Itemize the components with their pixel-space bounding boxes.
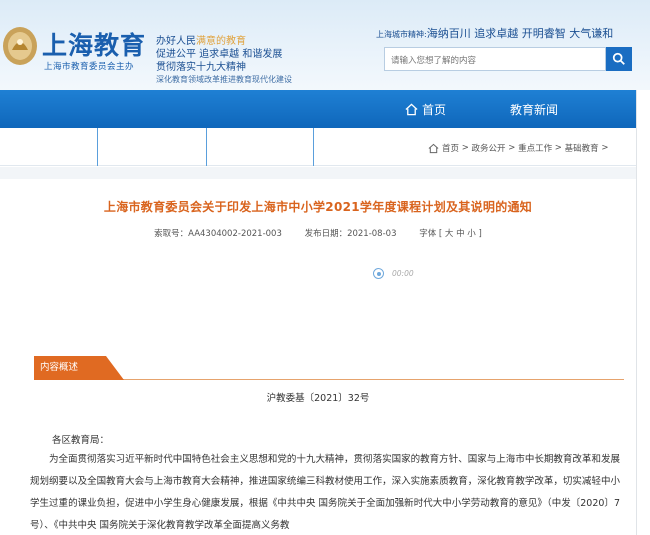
nav-divider — [313, 128, 314, 166]
breadcrumb-separator: > — [459, 143, 472, 153]
search-input[interactable] — [385, 50, 605, 72]
nav-divider — [97, 128, 98, 166]
search-button[interactable] — [606, 47, 632, 71]
nav-education-news[interactable]: 教育新闻 — [510, 90, 558, 128]
audio-time: 00:00 — [392, 269, 414, 278]
body-paragraph: 为全面贯彻落实习近平新时代中国特色社会主义思想和党的十九大精神，贯彻落实国家的教… — [30, 454, 620, 531]
search-field[interactable] — [384, 47, 606, 72]
slogan-block: 办好人民满意的教育 促进公平 追求卓越 和谐发展 贯彻落实十九大精神 深化教育领… — [156, 35, 396, 85]
document-number: 沪教委基〔2021〕32号 — [266, 393, 370, 404]
breadcrumb-item[interactable]: 基础教育 — [565, 142, 599, 154]
article-body: 为全面贯彻落实习近平新时代中国特色社会主义思想和党的十九大精神，贯彻落实国家的教… — [30, 449, 620, 535]
nav-divider — [206, 128, 207, 166]
search-icon — [612, 52, 625, 65]
play-icon[interactable] — [373, 268, 384, 279]
slogan-line: 深化教育领域改革推进教育现代化建设 — [156, 75, 292, 84]
site-logo-subtitle: 上海市教育委员会主办 — [44, 62, 135, 72]
publish-date: 发布日期：2021-08-03 — [304, 229, 397, 239]
breadcrumb-separator: > — [598, 143, 609, 153]
home-icon — [405, 103, 418, 115]
article-title: 上海市教育委员会关于印发上海市中小学2021学年度课程计划及其说明的通知 — [103, 200, 533, 214]
breadcrumb-item[interactable]: 首页 — [442, 142, 459, 154]
slogan-line: 促进公平 追求卓越 和谐发展 — [156, 49, 283, 60]
site-logo-title[interactable]: 上海教育 — [42, 26, 146, 62]
city-spirit: 上海城市精神:海纳百川 追求卓越 开明睿智 大气谦和 — [376, 27, 614, 40]
breadcrumb-item[interactable]: 重点工作 — [518, 142, 552, 154]
home-icon — [428, 143, 439, 153]
emblem-icon — [3, 27, 37, 65]
nav-home-label: 首页 — [422, 102, 447, 117]
site-header: 上海教育 上海市教育委员会主办 办好人民满意的教育 促进公平 追求卓越 和谐发展… — [0, 0, 650, 90]
section-tag: 内容概述 — [34, 356, 124, 380]
breadcrumb-item[interactable]: 政务公开 — [472, 142, 506, 154]
font-size-control[interactable]: 字体 [ 大 中 小 ] — [419, 229, 482, 239]
breadcrumb-separator: > — [505, 143, 519, 153]
audio-player[interactable]: 00:00 — [373, 268, 414, 279]
article-meta: 索取号：AA4304002-2021-003 发布日期：2021-08-03 字… — [0, 227, 636, 239]
slogan-line: 贯彻落实十九大精神 — [156, 62, 246, 73]
content-border — [636, 90, 637, 535]
breadcrumb: 首页 > 政务公开 > 重点工作 > 基础教育 > — [428, 142, 608, 154]
slogan-line: 办好人民满意的教育 — [156, 36, 246, 47]
greeting: 各区教育局： — [52, 435, 110, 446]
breadcrumb-separator: > — [552, 143, 565, 153]
main-nav: 首页 教育新闻 — [0, 90, 636, 128]
nav-home[interactable]: 首页 — [405, 90, 446, 128]
divider-band — [0, 167, 636, 179]
index-number: 索取号：AA4304002-2021-003 — [154, 229, 282, 239]
